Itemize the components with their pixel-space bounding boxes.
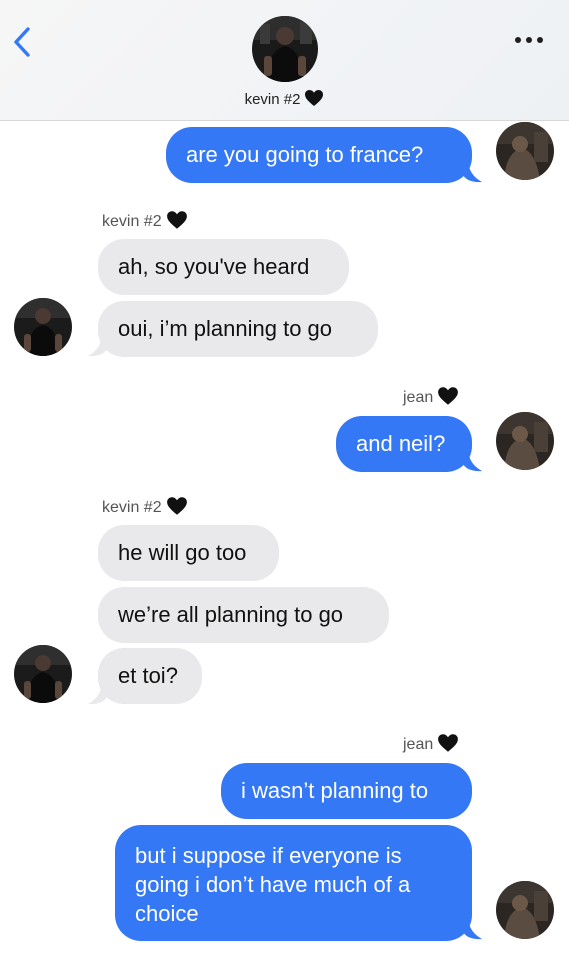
message-text: i wasn’t planning to: [241, 778, 429, 803]
sender-label: kevin #2: [102, 210, 188, 235]
contact-name-label: kevin #2: [244, 91, 301, 108]
sender-label: jean: [403, 733, 459, 758]
incoming-message[interactable]: et toi?: [98, 648, 202, 704]
incoming-message[interactable]: oui, i’m planning to go: [98, 301, 378, 357]
contact-avatar[interactable]: [14, 298, 72, 356]
incoming-message[interactable]: he will go too: [98, 525, 279, 581]
black-heart-icon: [304, 89, 324, 111]
message-text: oui, i’m planning to go: [118, 316, 333, 341]
outgoing-message[interactable]: but i suppose if everyone is going i don…: [115, 825, 472, 941]
ellipsis-icon[interactable]: [515, 36, 545, 46]
bubble-tail: [462, 918, 482, 940]
sender-name: jean: [403, 389, 434, 406]
user-avatar[interactable]: [496, 122, 554, 180]
bubble-tail: [88, 683, 108, 705]
bubble-tail: [88, 335, 108, 357]
message-text: and neil?: [356, 431, 446, 456]
outgoing-message[interactable]: and neil?: [336, 416, 472, 472]
black-heart-icon: [166, 496, 188, 521]
sender-name: kevin #2: [102, 499, 162, 516]
contact-name[interactable]: kevin #2: [0, 89, 569, 111]
user-avatar[interactable]: [496, 881, 554, 939]
black-heart-icon: [437, 733, 459, 758]
message-text: he will go too: [118, 540, 247, 565]
incoming-message[interactable]: ah, so you've heard: [98, 239, 349, 295]
message-text: ah, so you've heard: [118, 254, 310, 279]
black-heart-icon: [166, 210, 188, 235]
contact-avatar[interactable]: [252, 16, 318, 82]
outgoing-message[interactable]: are you going to france?: [166, 127, 472, 183]
chat-header: kevin #2: [0, 0, 569, 121]
bubble-tail: [462, 450, 482, 472]
sender-label: kevin #2: [102, 496, 188, 521]
bubble-tail: [462, 161, 482, 183]
message-text: are you going to france?: [186, 142, 424, 167]
contact-avatar[interactable]: [14, 645, 72, 703]
user-avatar[interactable]: [496, 412, 554, 470]
black-heart-icon: [437, 386, 459, 411]
message-text: we’re all planning to go: [118, 602, 344, 627]
incoming-message[interactable]: we’re all planning to go: [98, 587, 389, 643]
sender-label: jean: [403, 386, 459, 411]
message-text: but i suppose if everyone is going i don…: [135, 843, 411, 926]
outgoing-message[interactable]: i wasn’t planning to: [221, 763, 472, 819]
chevron-left-icon[interactable]: [8, 24, 38, 60]
message-text: et toi?: [118, 663, 178, 688]
sender-name: kevin #2: [102, 213, 162, 230]
sender-name: jean: [403, 736, 434, 753]
